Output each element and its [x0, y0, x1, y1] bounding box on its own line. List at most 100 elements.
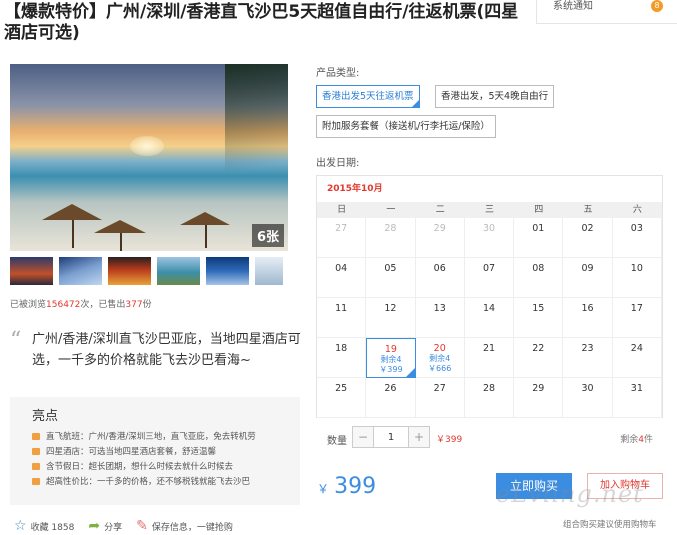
- cart-hint: 组合购买建议使用购物车: [563, 520, 657, 530]
- share-button[interactable]: ➦ 分享: [88, 518, 122, 534]
- day-number: 17: [630, 303, 643, 314]
- weekday: 一: [386, 205, 396, 215]
- day-number: 18: [335, 343, 348, 354]
- thumbnail-coast[interactable]: [59, 257, 102, 285]
- option-addon-service[interactable]: 附加服务套餐（接送机/行李托运/保险）: [316, 115, 496, 138]
- day-remaining: 剩余4: [429, 354, 451, 363]
- system-notification[interactable]: 系统通知 8: [536, 0, 677, 24]
- thumbnail-boats[interactable]: [157, 257, 200, 285]
- calendar-day: 30: [563, 378, 613, 418]
- day-remaining: 剩余4: [380, 355, 402, 364]
- day-number: 24: [630, 343, 643, 354]
- notification-label: 系统通知: [553, 1, 593, 12]
- highlights-title: 亮点: [32, 409, 59, 424]
- photo-count[interactable]: 6张: [251, 224, 284, 247]
- day-price: ￥399: [379, 365, 403, 374]
- day-number: 14: [482, 303, 496, 314]
- view-sold-stats: 已被浏览156472次，已售出377份: [10, 300, 152, 310]
- thumbnail-snow[interactable]: [255, 257, 283, 285]
- decrement-button[interactable]: −: [353, 427, 373, 447]
- product-title: 【爆款特价】广州/深圳/香港直飞沙巴5天超值自由行/往返机票(四星酒店可选): [4, 2, 519, 43]
- calendar-day: 16: [563, 298, 613, 338]
- calendar-weekdays: 日 一 二 三 四 五 六: [317, 202, 662, 218]
- calendar-day: 25: [317, 378, 367, 418]
- calendar-day: 01: [514, 218, 564, 258]
- total-price: ￥ 399: [317, 474, 377, 499]
- calendar-day: 27: [317, 218, 367, 258]
- option-hk-5day-flight[interactable]: 香港出发5天往返机票: [316, 85, 420, 108]
- day-number: 10: [630, 263, 643, 274]
- day-number: 08: [532, 263, 545, 274]
- star-icon: ☆: [14, 518, 27, 534]
- calendar-day: 27: [415, 378, 465, 418]
- day-number: 19: [384, 344, 397, 355]
- thumbnail-ocean[interactable]: [206, 257, 249, 285]
- day-number: 03: [630, 223, 643, 234]
- day-number: 05: [384, 263, 397, 274]
- calendar-day: 28: [366, 218, 416, 258]
- thumb-up-icon: [32, 448, 40, 455]
- list-item: 超高性价比：一千多的价格，还不够税钱就能飞去沙巴: [32, 475, 256, 490]
- option-hk-5day-free-trip[interactable]: 香港出发，5天4晚自由行: [435, 85, 555, 108]
- product-type-label: 产品类型:: [316, 68, 360, 79]
- weekday: 六: [632, 205, 642, 215]
- calendar-day: 03: [612, 218, 662, 258]
- calendar-day: 21: [464, 338, 515, 378]
- quantity-label: 数量: [327, 436, 347, 447]
- day-number: 27: [433, 383, 446, 394]
- calendar-day: 23: [563, 338, 613, 378]
- thumbnail-lanterns[interactable]: [108, 257, 151, 285]
- list-item: 含节假日：超长团期，想什么时候去就什么时候去: [32, 460, 256, 475]
- day-number: 02: [581, 223, 594, 234]
- departure-calendar: 2015年10月 日 一 二 三 四 五 六 27 28 29 30 01 02 03 04 0…: [316, 175, 663, 418]
- day-number: 04: [335, 263, 348, 274]
- tag-icon: ✎: [136, 518, 148, 534]
- highlights-list: 直飞航班：广州/香港/深圳三地，直飞亚庇，免去转机劳 四星酒店：可选当地四星酒店…: [32, 430, 256, 490]
- day-number: 12: [384, 303, 397, 314]
- notification-badge: 8: [651, 0, 663, 12]
- calendar-day: 11: [317, 298, 367, 338]
- main-photo[interactable]: 6张: [10, 64, 288, 251]
- day-number: 01: [532, 223, 545, 234]
- calendar-day: 10: [612, 258, 662, 298]
- thumbnail-strip: [10, 257, 288, 285]
- day-number: 22: [532, 343, 545, 354]
- weekday: 日: [337, 205, 347, 215]
- increment-button[interactable]: +: [409, 427, 429, 447]
- calendar-day: 14: [464, 298, 515, 338]
- action-bar: ☆ 收藏 1858 ➦ 分享 ✎ 保存信息，一键抢购: [14, 517, 304, 535]
- day-number: 20: [433, 343, 446, 354]
- calendar-day: 13: [415, 298, 465, 338]
- quantity-input[interactable]: [373, 427, 409, 447]
- calendar-grid: 27 28 29 30 01 02 03 04 05 06 07 08 09 10 11 12 13 14 15 16…: [317, 218, 662, 418]
- calendar-day[interactable]: 19 剩余4 ￥399: [366, 338, 416, 378]
- day-number: 27: [335, 223, 348, 234]
- umbrella-shape: [94, 220, 146, 233]
- sold-count: 377: [125, 300, 143, 310]
- day-number: 30: [581, 383, 594, 394]
- watermark: eLviing.net: [496, 480, 644, 508]
- day-number: 13: [433, 303, 446, 314]
- day-number: 28: [384, 223, 397, 234]
- calendar-day: 22: [514, 338, 564, 378]
- day-number: 15: [532, 303, 545, 314]
- calendar-day: 09: [563, 258, 613, 298]
- favorite-button[interactable]: ☆ 收藏 1858: [14, 518, 74, 534]
- stock-remaining: 剩余4件: [620, 435, 653, 445]
- weekday: 四: [534, 205, 544, 215]
- day-number: 16: [581, 303, 594, 314]
- list-item: 四星酒店：可选当地四星酒店套餐，舒适温馨: [32, 445, 256, 460]
- save-info-button[interactable]: ✎ 保存信息，一键抢购: [136, 518, 233, 534]
- calendar-day[interactable]: 20 剩余4 ￥666: [415, 338, 465, 378]
- umbrella-shape: [42, 204, 102, 220]
- day-number: 25: [335, 383, 348, 394]
- thumbnail-sunset[interactable]: [10, 257, 53, 285]
- calendar-day: 17: [612, 298, 662, 338]
- thumb-up-icon: [32, 433, 40, 440]
- departure-date-label: 出发日期:: [316, 158, 360, 169]
- calendar-day: 02: [563, 218, 613, 258]
- calendar-day: 31: [612, 378, 662, 418]
- day-number: 07: [482, 263, 496, 274]
- calendar-day: 30: [464, 218, 515, 258]
- thumb-up-icon: [32, 463, 40, 470]
